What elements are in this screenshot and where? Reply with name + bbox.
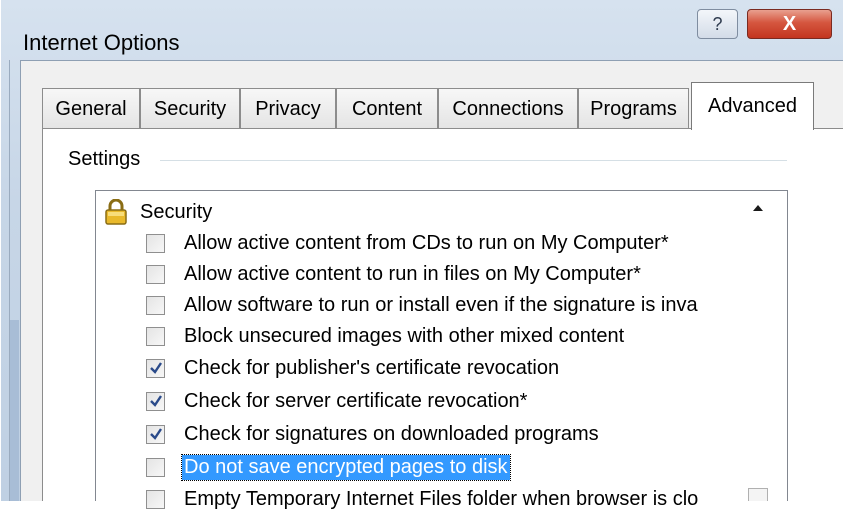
help-button[interactable]: ? [697, 9, 738, 39]
setting-label: Allow active content to run in files on … [184, 263, 641, 285]
setting-checkbox[interactable] [146, 458, 165, 477]
tab-security[interactable]: Security [140, 88, 240, 129]
setting-row[interactable]: Do not save encrypted pages to disk [146, 452, 511, 483]
setting-label: Block unsecured images with other mixed … [184, 325, 625, 347]
setting-label: Check for publisher's certificate revoca… [184, 357, 560, 379]
close-icon: X [782, 13, 797, 35]
setting-row[interactable]: Allow active content from CDs to run on … [146, 228, 671, 259]
close-button[interactable]: X [747, 9, 832, 39]
checkmark-icon [150, 395, 162, 407]
help-icon: ? [712, 14, 723, 34]
tab-privacy[interactable]: Privacy [240, 88, 336, 129]
setting-row[interactable]: Empty Temporary Internet Files folder wh… [146, 484, 700, 515]
setting-label: Do not save encrypted pages to disk [181, 454, 511, 481]
security-group-label: Security [140, 200, 213, 223]
settings-divider [160, 160, 787, 161]
setting-label: Allow active content from CDs to run on … [184, 232, 669, 254]
lock-icon [105, 199, 127, 225]
checkmark-icon [150, 362, 162, 374]
window-frame-accent [10, 320, 19, 501]
tab-programs[interactable]: Programs [578, 88, 689, 129]
setting-row[interactable]: Check for server certificate revocation* [146, 386, 529, 417]
setting-checkbox[interactable] [146, 234, 165, 253]
setting-checkbox[interactable] [146, 490, 165, 509]
setting-checkbox[interactable] [146, 327, 165, 346]
tab-advanced[interactable]: Advanced [691, 82, 814, 130]
setting-checkbox[interactable] [146, 425, 165, 444]
scroll-up-button[interactable] [748, 198, 768, 218]
internet-options-window: Internet Options ? X General Security Pr… [0, 0, 843, 510]
setting-row[interactable]: Allow software to run or install even if… [146, 290, 700, 321]
tab-general[interactable]: General [42, 88, 140, 129]
scroll-down-button[interactable] [748, 488, 768, 501]
setting-label: Check for signatures on downloaded progr… [184, 423, 599, 445]
tab-connections[interactable]: Connections [438, 88, 578, 129]
setting-checkbox[interactable] [146, 359, 165, 378]
setting-label: Empty Temporary Internet Files folder wh… [184, 488, 699, 510]
setting-checkbox[interactable] [146, 265, 165, 284]
setting-checkbox[interactable] [146, 392, 165, 411]
security-group-header[interactable]: Security [104, 198, 212, 226]
window-title: Internet Options [23, 30, 180, 55]
setting-checkbox[interactable] [146, 296, 165, 315]
setting-row[interactable]: Check for signatures on downloaded progr… [146, 419, 601, 450]
setting-label: Check for server certificate revocation* [184, 390, 528, 412]
scroll-up-arrow-icon [753, 205, 763, 211]
setting-label: Allow software to run or install even if… [184, 294, 698, 316]
setting-row[interactable]: Check for publisher's certificate revoca… [146, 353, 561, 384]
window-border [0, 0, 1, 501]
setting-row[interactable]: Block unsecured images with other mixed … [146, 321, 626, 352]
setting-row[interactable]: Allow active content to run in files on … [146, 259, 643, 290]
settings-group-label: Settings [68, 148, 141, 170]
tab-content[interactable]: Content [336, 88, 438, 129]
checkmark-icon [150, 428, 162, 440]
